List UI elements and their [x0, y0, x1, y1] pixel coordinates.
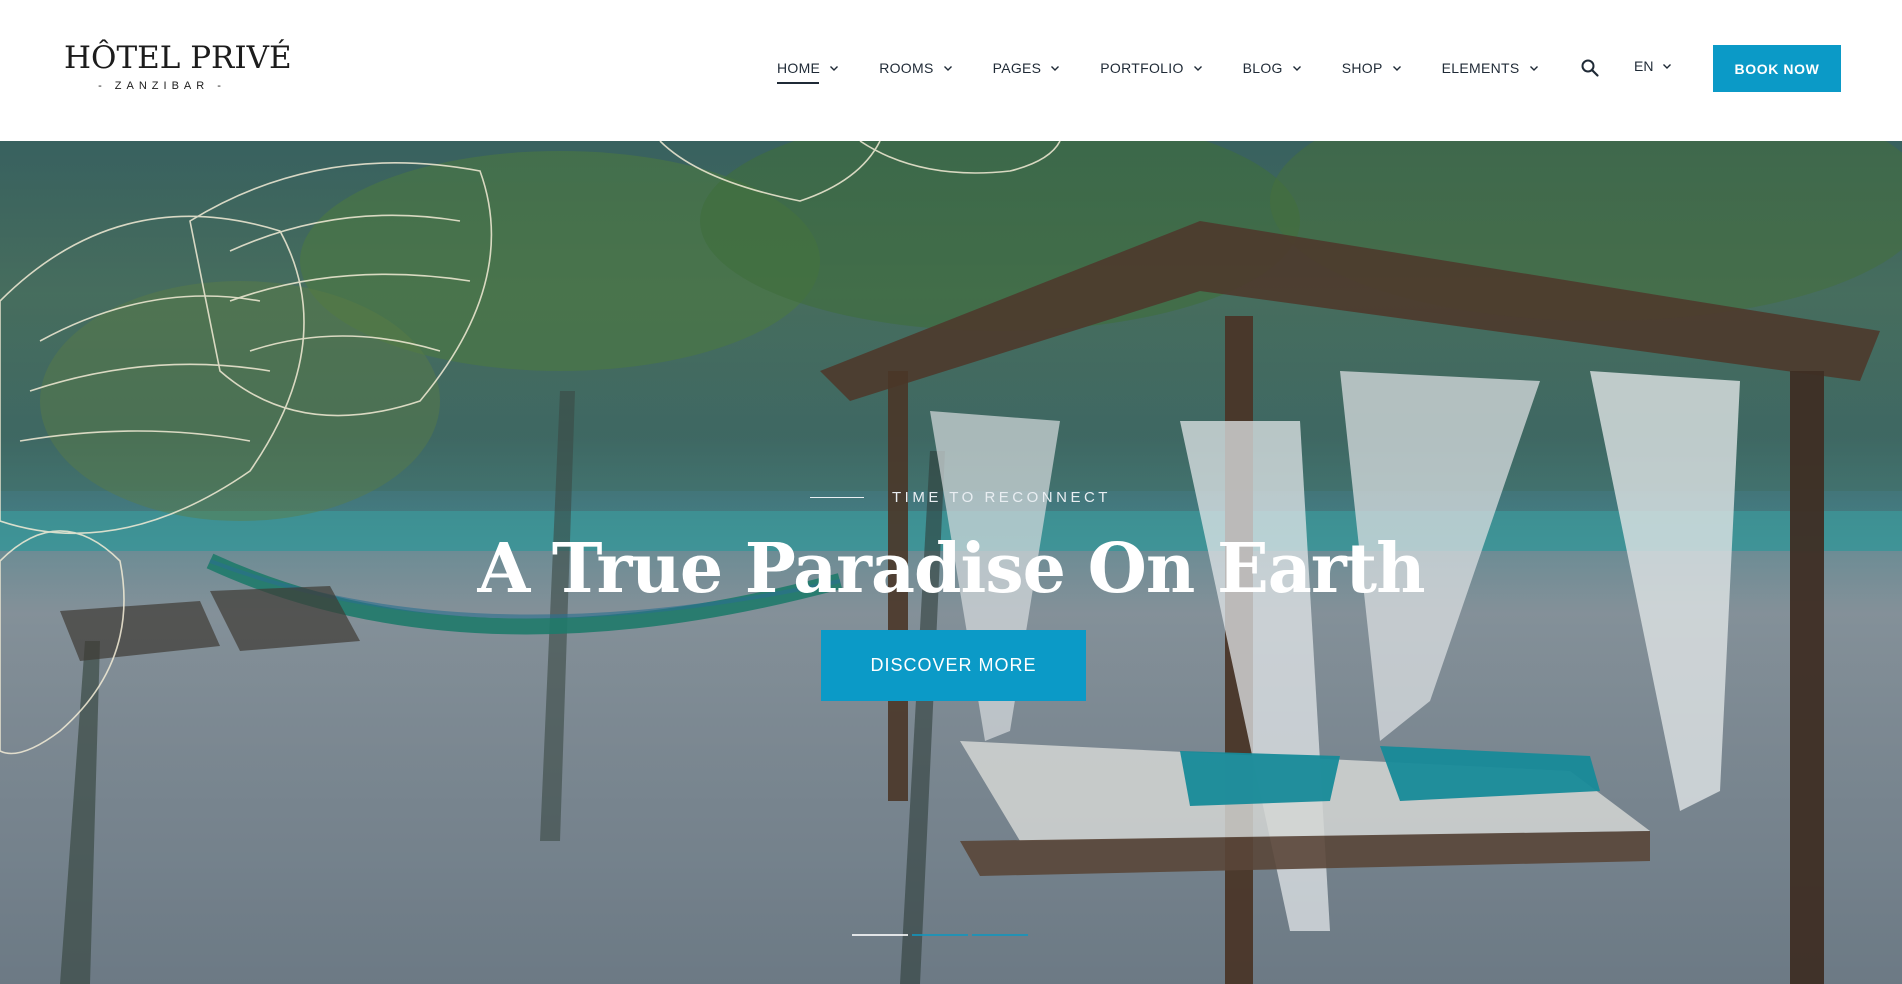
chevron-down-icon: [1529, 66, 1538, 71]
hero-slider: TIME TO RECONNECT A True Paradise On Ear…: [0, 141, 1902, 984]
nav-item-label: BLOG: [1242, 60, 1283, 76]
nav-item-shop[interactable]: SHOP: [1342, 60, 1402, 76]
chevron-down-icon: [1292, 66, 1301, 71]
chevron-down-icon: [1392, 66, 1401, 71]
chevron-down-icon: [1663, 64, 1672, 69]
chevron-down-icon: [1051, 66, 1060, 71]
logo-tagline: - ZANZIBAR -: [98, 80, 226, 92]
hero-content: TIME TO RECONNECT A True Paradise On Ear…: [0, 141, 1902, 984]
nav-item-pages[interactable]: PAGES: [993, 60, 1061, 76]
slider-dot-1[interactable]: [852, 934, 908, 936]
nav-item-home[interactable]: HOME: [777, 60, 839, 84]
nav-item-label: SHOP: [1341, 60, 1383, 76]
main-nav: HOME ROOMS PAGES PORTFOLIO BLOG SHOP ELE…: [777, 56, 1579, 84]
eyebrow-divider: [810, 497, 864, 498]
nav-item-label: PORTFOLIO: [1100, 60, 1184, 76]
hero-eyebrow-text: TIME TO RECONNECT: [892, 489, 1111, 506]
nav-item-rooms[interactable]: ROOMS: [879, 60, 952, 76]
hero-title: A True Paradise On Earth: [477, 529, 1425, 609]
slider-dot-2[interactable]: [912, 934, 968, 936]
discover-more-button[interactable]: DISCOVER MORE: [821, 630, 1086, 701]
nav-item-label: HOME: [777, 60, 821, 76]
nav-item-label: PAGES: [992, 60, 1042, 76]
book-now-button[interactable]: BOOK NOW: [1713, 45, 1841, 92]
logo[interactable]: HÔTEL PRIVÉ - ZANZIBAR -: [64, 40, 292, 92]
site-header: HÔTEL PRIVÉ - ZANZIBAR - HOME ROOMS PAGE…: [0, 0, 1902, 141]
hero-eyebrow: TIME TO RECONNECT: [810, 489, 1111, 506]
slider-dot-3[interactable]: [972, 934, 1028, 936]
logo-name: HÔTEL PRIVÉ: [64, 40, 292, 76]
language-selector[interactable]: EN: [1634, 58, 1672, 74]
nav-item-label: ROOMS: [879, 60, 934, 76]
nav-item-portfolio[interactable]: PORTFOLIO: [1100, 60, 1202, 76]
nav-item-label: ELEMENTS: [1441, 60, 1520, 76]
chevron-down-icon: [943, 66, 952, 71]
slider-pagination: [852, 934, 1032, 936]
search-icon[interactable]: [1580, 58, 1600, 78]
nav-item-elements[interactable]: ELEMENTS: [1442, 60, 1539, 76]
nav-item-blog[interactable]: BLOG: [1243, 60, 1302, 76]
chevron-down-icon: [830, 66, 839, 71]
language-label: EN: [1634, 58, 1654, 74]
chevron-down-icon: [1193, 66, 1202, 71]
